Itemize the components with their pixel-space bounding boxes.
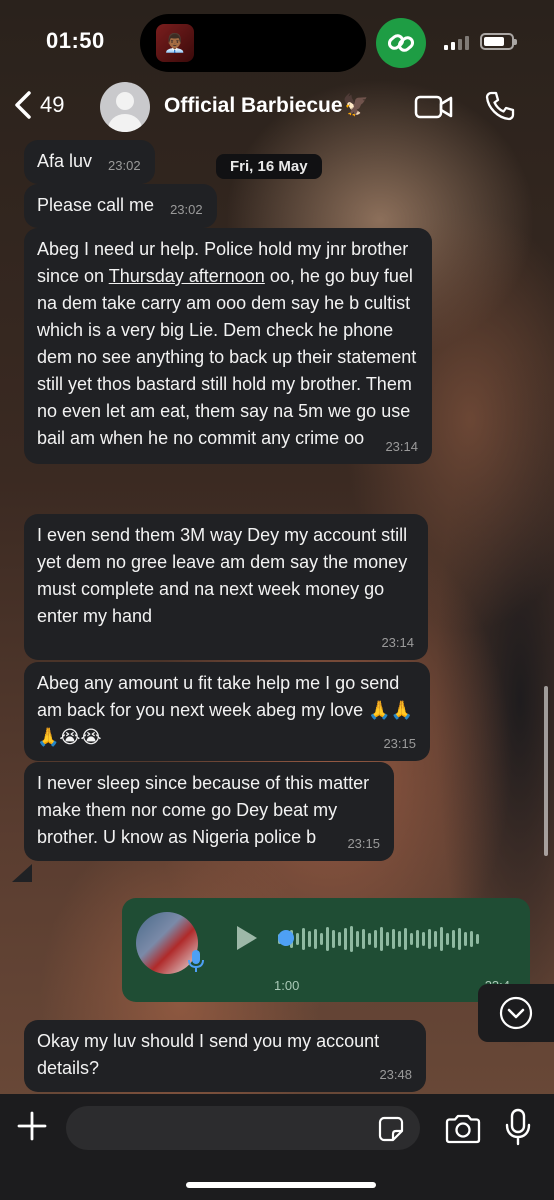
waveform-bar (350, 926, 353, 952)
phone-icon (485, 91, 515, 121)
waveform-bar (404, 928, 407, 950)
waveform-bar (380, 927, 383, 951)
plus-icon (17, 1111, 47, 1141)
scroll-to-bottom-button[interactable] (478, 984, 554, 1042)
waveform-bar (368, 933, 371, 945)
waveform-bar (458, 928, 461, 950)
chevron-down-icon (499, 996, 533, 1030)
back-chevron-icon (15, 91, 31, 119)
camera-button[interactable] (444, 1114, 482, 1149)
scroll-indicator[interactable] (544, 686, 548, 856)
sticker-button[interactable] (378, 1116, 404, 1147)
dynamic-island[interactable]: 👨🏾‍💼 (140, 14, 366, 72)
mic-icon (505, 1108, 531, 1146)
waveform-bar (452, 930, 455, 948)
waveform-bar (296, 933, 299, 945)
video-call-icon (414, 95, 453, 119)
waveform-bar (470, 931, 473, 947)
message-text: I even send them 3M way Dey my account s… (37, 525, 408, 626)
message-text: Abeg I need ur help. Police hold my jnr … (37, 236, 418, 452)
home-indicator (186, 1182, 376, 1188)
waveform-bar (386, 932, 389, 946)
waveform-bar (320, 933, 323, 945)
waveform-bar (398, 931, 401, 947)
back-button[interactable]: 49 (12, 90, 64, 120)
waveform-bar (422, 932, 425, 946)
waveform-bar (374, 930, 377, 948)
waveform-bar (302, 928, 305, 950)
status-time: 01:50 (46, 28, 105, 53)
link-icon[interactable] (376, 18, 426, 68)
waveform-bar (332, 930, 335, 948)
battery-icon (480, 33, 517, 50)
message-bubble[interactable]: I never sleep since because of this matt… (24, 762, 394, 861)
waveform-bar (392, 929, 395, 949)
waveform-bar (338, 932, 341, 946)
message-bubble[interactable]: Abeg I need ur help. Police hold my jnr … (24, 228, 432, 464)
waveform-bar (464, 932, 467, 946)
waveform-bar (344, 928, 347, 950)
message-bubble[interactable]: Abeg any amount u fit take help me I go … (24, 662, 430, 761)
waveform-bar (440, 927, 443, 951)
waveform-bar (410, 933, 413, 945)
voice-note-bubble[interactable]: 1:00 23:4 (122, 898, 530, 1002)
camera-icon (445, 1114, 481, 1144)
video-call-button[interactable] (414, 94, 454, 125)
date-divider: Fri, 16 May (216, 154, 322, 179)
voice-progress-handle[interactable] (278, 930, 294, 946)
waveform-bar (476, 934, 479, 944)
signal-icon (444, 36, 470, 50)
message-bubble[interactable]: Afa luv 23:02 (24, 140, 155, 184)
date-link[interactable]: Thursday afternoon (109, 266, 265, 286)
play-icon[interactable] (234, 924, 260, 952)
mic-icon (188, 950, 204, 972)
message-time: 23:02 (108, 158, 141, 173)
island-thumbnail: 👨🏾‍💼 (156, 24, 194, 62)
waveform-bar (356, 931, 359, 947)
message-input[interactable] (66, 1106, 420, 1150)
waveform-bar (308, 931, 311, 947)
message-bubble[interactable]: Okay my luv should I send you my account… (24, 1020, 426, 1092)
waveform-bar (434, 931, 437, 947)
waveform-bar (326, 927, 329, 951)
message-composer (0, 1094, 554, 1200)
voice-call-button[interactable] (484, 90, 516, 127)
waveform-bar (362, 929, 365, 949)
sticker-icon (378, 1116, 404, 1142)
status-bar: 01:50 👨🏾‍💼 (0, 0, 554, 80)
voice-record-button[interactable] (504, 1108, 532, 1151)
voice-duration: 1:00 (274, 978, 300, 993)
contact-avatar[interactable] (100, 82, 150, 132)
message-bubble[interactable]: Please call me 23:02 (24, 184, 217, 228)
attach-button[interactable] (14, 1108, 50, 1149)
message-text: Afa luv (37, 151, 93, 171)
waveform-bar (416, 930, 419, 948)
message-text: Please call me (37, 195, 155, 215)
contact-name[interactable]: Official Barbiecue🦅 (164, 94, 369, 118)
voice-waveform[interactable] (278, 924, 479, 954)
waveform-bar (428, 929, 431, 949)
message-text-part: oo, he go buy fuel na dem take carry am … (37, 266, 417, 448)
waveform-bar (446, 933, 449, 945)
waveform-bar (314, 929, 317, 949)
unread-count: 49 (40, 92, 65, 117)
message-time: 23:14 (381, 635, 414, 650)
message-bubble[interactable]: I even send them 3M way Dey my account s… (24, 514, 428, 660)
chat-header: 49 Official Barbiecue🦅 (0, 80, 554, 138)
message-time: 23:02 (170, 202, 203, 217)
